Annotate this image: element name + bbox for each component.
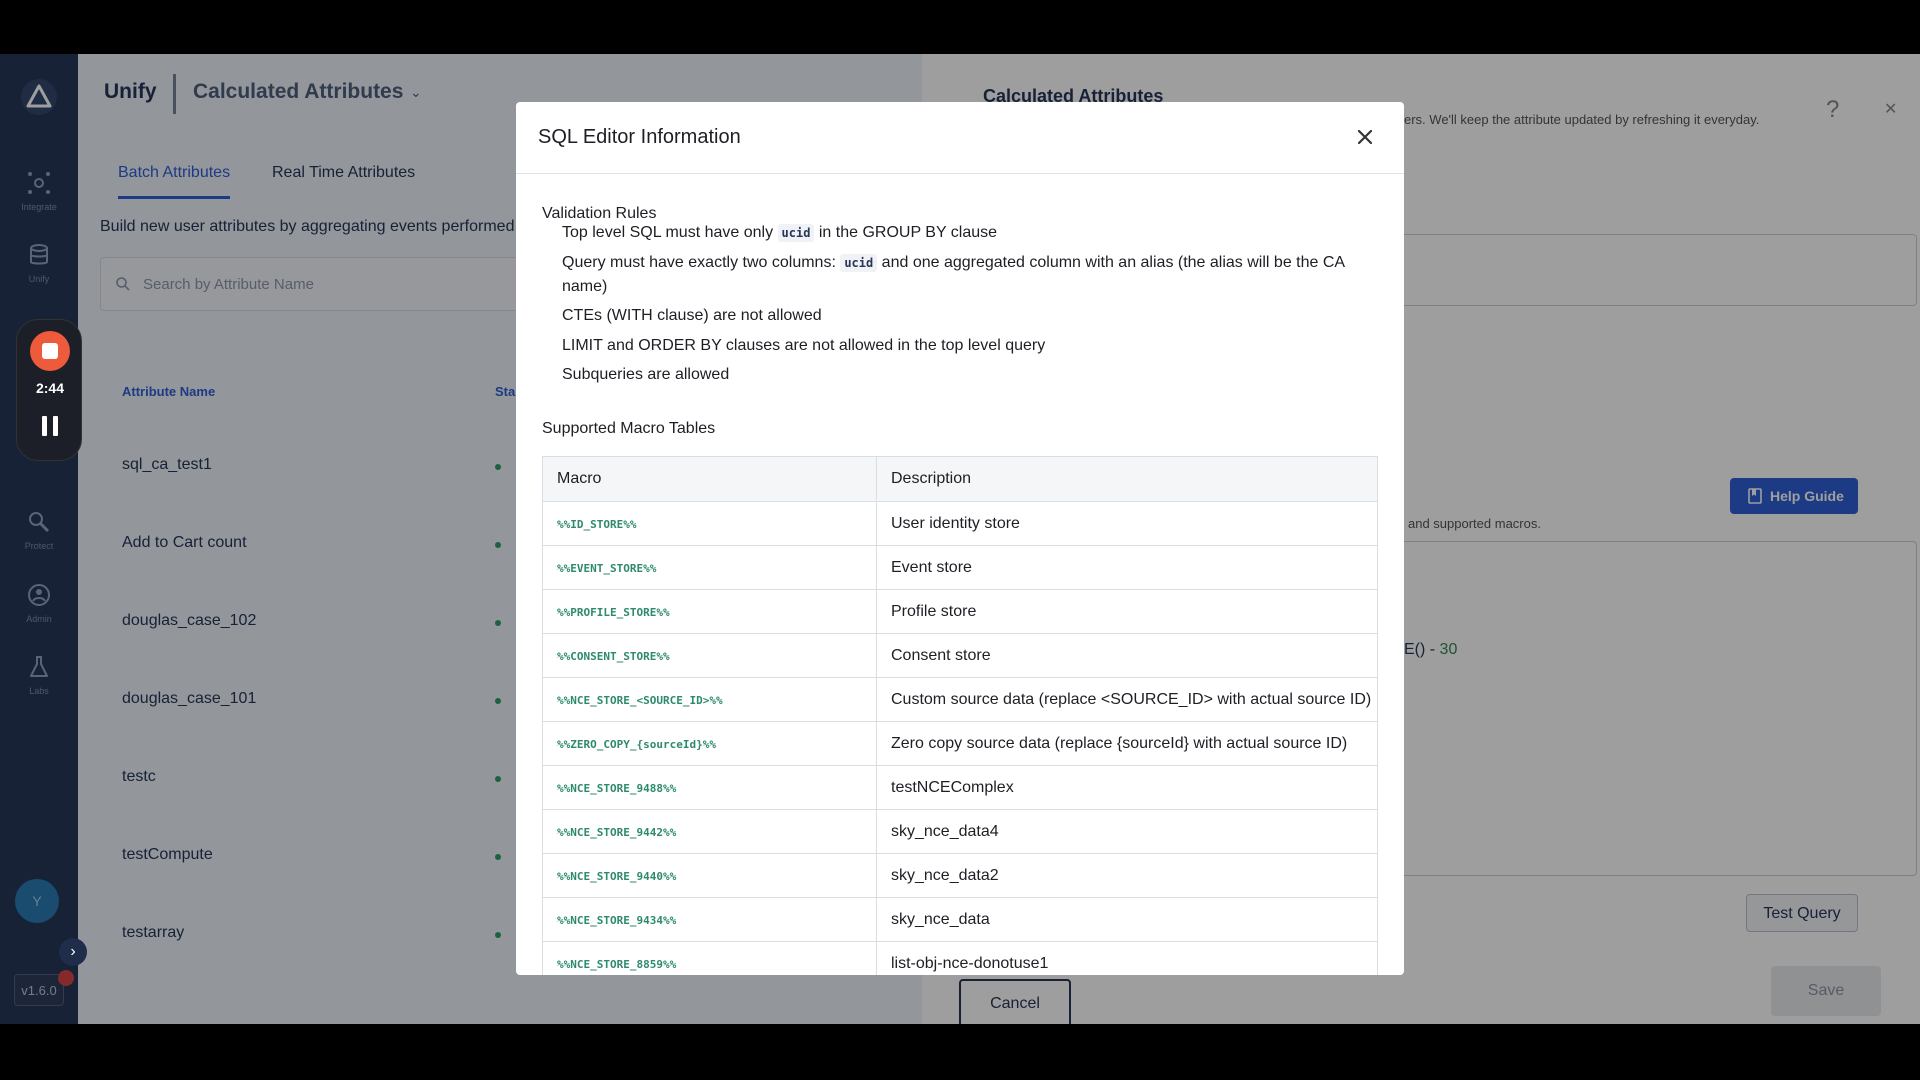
table-row: %%EVENT_STORE%% Event store — [543, 545, 1377, 589]
table-row: %%NCE_STORE_8859%% list-obj-nce-donotuse1 — [543, 941, 1377, 975]
macro-code: %%CONSENT_STORE%% — [557, 650, 670, 663]
macro-code: %%NCE_STORE_9488%% — [557, 782, 677, 795]
collapse-sidebar-button[interactable]: › — [59, 938, 87, 966]
column-header-macro: Macro — [543, 457, 877, 500]
macro-code: %%NCE_STORE_<SOURCE_ID>%% — [557, 694, 723, 707]
stop-icon — [42, 343, 58, 359]
table-row: %%NCE_STORE_9442%% sky_nce_data4 — [543, 809, 1377, 853]
modal-header: SQL Editor Information — [516, 102, 1404, 174]
modal-body: Validation Rules Top level SQL must have… — [516, 175, 1404, 975]
close-icon[interactable] — [1354, 126, 1376, 148]
macro-description: sky_nce_data — [891, 911, 990, 928]
macro-description: Profile store — [891, 603, 977, 620]
macro-code: %%NCE_STORE_9434%% — [557, 914, 677, 927]
table-row: %%ID_STORE%% User identity store — [543, 501, 1377, 545]
macro-code: %%NCE_STORE_8859%% — [557, 958, 677, 971]
code-keyword: ucid — [840, 254, 878, 272]
rule-item: Subqueries are allowed — [562, 366, 730, 383]
rule-item: Top level SQL must have only ucid in the… — [562, 221, 1382, 245]
rule-item: CTEs (WITH clause) are not allowed — [562, 307, 822, 324]
macro-description: User identity store — [891, 515, 1020, 532]
table-header-row: Macro Description — [543, 457, 1377, 501]
macro-table: Macro Description %%ID_STORE%% User ident… — [542, 456, 1378, 975]
macro-description: sky_nce_data4 — [891, 823, 999, 840]
code-keyword: ucid — [777, 224, 815, 242]
table-row: %%NCE_STORE_9488%% testNCEComplex — [543, 765, 1377, 809]
macro-code: %%PROFILE_STORE%% — [557, 606, 670, 619]
table-row: %%NCE_STORE_9440%% sky_nce_data2 — [543, 853, 1377, 897]
macro-description: list-obj-nce-donotuse1 — [891, 955, 1049, 972]
app-frame: Integrate Unify Protect Admin Labs Y v1.… — [0, 54, 1920, 1024]
macro-description: sky_nce_data2 — [891, 867, 999, 884]
table-row: %%CONSENT_STORE%% Consent store — [543, 633, 1377, 677]
stop-recording-button[interactable] — [30, 331, 70, 371]
sql-editor-info-modal: SQL Editor Information Validation Rules … — [516, 102, 1404, 975]
macro-description: Event store — [891, 559, 972, 576]
macro-description: Custom source data (replace <SOURCE_ID> … — [891, 691, 1372, 708]
modal-title: SQL Editor Information — [538, 126, 741, 148]
macro-code: %%ZERO_COPY_{sourceId}%% — [557, 738, 716, 751]
recording-time: 2:44 — [35, 380, 65, 396]
rule-text: Top level SQL must have only — [562, 224, 778, 241]
rule-text: Query must have exactly two columns: — [562, 254, 841, 271]
macro-description: Zero copy source data (replace {sourceId… — [891, 735, 1348, 752]
macro-code: %%NCE_STORE_9442%% — [557, 826, 677, 839]
macro-code: %%NCE_STORE_9440%% — [557, 870, 677, 883]
rule-text: in the GROUP BY clause — [814, 224, 998, 241]
table-row: %%PROFILE_STORE%% Profile store — [543, 589, 1377, 633]
macro-code: %%EVENT_STORE%% — [557, 562, 657, 575]
column-header-description: Description — [891, 470, 972, 487]
rule-item: LIMIT and ORDER BY clauses are not allow… — [562, 337, 1046, 354]
pause-icon[interactable] — [41, 416, 59, 436]
macro-description: Consent store — [891, 647, 991, 664]
rule-item: Query must have exactly two columns: uci… — [562, 251, 1382, 299]
macro-code: %%ID_STORE%% — [557, 518, 637, 531]
table-row: %%ZERO_COPY_{sourceId}%% Zero copy source… — [543, 721, 1377, 765]
screen-recorder-widget: 2:44 — [16, 319, 82, 461]
table-row: %%NCE_STORE_9434%% sky_nce_data — [543, 897, 1377, 941]
table-row: %%NCE_STORE_<SOURCE_ID>%% Custom source d… — [543, 677, 1377, 721]
macro-tables-heading: Supported Macro Tables — [542, 420, 716, 437]
macro-description: testNCEComplex — [891, 779, 1014, 796]
